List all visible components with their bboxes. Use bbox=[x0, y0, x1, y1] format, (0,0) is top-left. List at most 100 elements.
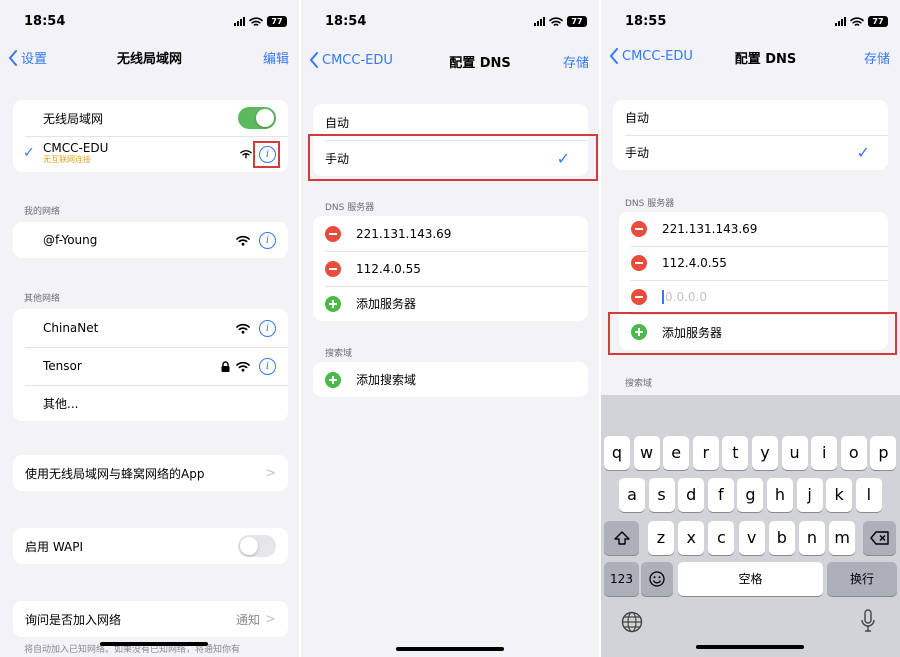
add-search-domain-label: 添加搜索域 bbox=[356, 373, 417, 387]
info-icon[interactable]: i bbox=[259, 358, 276, 375]
new-server-input[interactable]: 0.0.0.0 bbox=[665, 290, 707, 304]
network-row[interactable]: @f-Young i bbox=[13, 222, 288, 258]
network-row[interactable]: Tensor i bbox=[13, 347, 288, 385]
key-i[interactable]: i bbox=[811, 436, 838, 470]
plus-circle-icon[interactable] bbox=[325, 295, 341, 312]
key-s[interactable]: s bbox=[648, 478, 675, 512]
wifi-icon bbox=[236, 323, 250, 334]
nav-title: 配置 DNS bbox=[734, 52, 797, 67]
key-o[interactable]: o bbox=[840, 436, 867, 470]
key-p[interactable]: p bbox=[870, 436, 897, 470]
key-a[interactable]: a bbox=[619, 478, 645, 512]
key-y[interactable]: y bbox=[752, 436, 778, 470]
apps-group: 使用无线局域网与蜂窝网络的App > bbox=[13, 455, 288, 491]
key-d[interactable]: d bbox=[678, 478, 705, 512]
emoji-key[interactable] bbox=[641, 562, 673, 596]
dns-server-row[interactable]: 112.4.0.55 bbox=[313, 251, 588, 286]
minus-circle-icon[interactable] bbox=[631, 221, 647, 237]
cellular-signal-icon bbox=[534, 17, 545, 26]
numbers-key[interactable]: 123 bbox=[604, 562, 639, 596]
network-name: @f-Young bbox=[43, 233, 98, 247]
wlan-label: 无线局域网 bbox=[43, 111, 104, 126]
minus-circle-icon[interactable] bbox=[631, 255, 647, 271]
mode-auto-row[interactable]: 自动 bbox=[613, 100, 888, 135]
my-networks-group: @f-Young i bbox=[13, 222, 288, 258]
other-network-row[interactable]: 其他... bbox=[13, 385, 288, 421]
plus-circle-icon[interactable] bbox=[325, 371, 341, 388]
key-u[interactable]: u bbox=[781, 436, 808, 470]
current-network-status: 无互联网连接 bbox=[43, 155, 91, 164]
dns-config-keyboard-screen: 18:55 77 CMCC-EDU 配置 DNS 存储 自动 手动 ✓ DNS … bbox=[601, 0, 900, 657]
info-icon[interactable]: i bbox=[259, 232, 276, 249]
globe-icon[interactable] bbox=[621, 611, 643, 633]
ask-join-row[interactable]: 询问是否加入网络 通知 > bbox=[13, 601, 288, 637]
status-time: 18:55 bbox=[625, 14, 667, 29]
key-j[interactable]: j bbox=[796, 478, 823, 512]
dns-server-row[interactable]: 221.131.143.69 bbox=[313, 216, 588, 251]
return-key[interactable]: 换行 bbox=[827, 562, 897, 596]
key-h[interactable]: h bbox=[767, 478, 793, 512]
key-n[interactable]: n bbox=[799, 521, 825, 555]
key-k[interactable]: k bbox=[826, 478, 853, 512]
key-t[interactable]: t bbox=[722, 436, 749, 470]
nav-title: 无线局域网 bbox=[116, 52, 182, 67]
battery-icon: 77 bbox=[567, 16, 587, 27]
shift-key[interactable] bbox=[604, 521, 639, 555]
save-button[interactable]: 存储 bbox=[864, 48, 890, 67]
chevron-right-icon: > bbox=[265, 611, 276, 627]
key-w[interactable]: w bbox=[633, 436, 660, 470]
delete-key[interactable] bbox=[863, 521, 896, 555]
network-row[interactable]: ChinaNet i bbox=[13, 309, 288, 347]
key-x[interactable]: x bbox=[678, 521, 705, 555]
key-z[interactable]: z bbox=[648, 521, 674, 555]
checkmark-icon: ✓ bbox=[856, 143, 870, 162]
dns-server-row[interactable]: 221.131.143.69 bbox=[619, 212, 888, 246]
lock-icon bbox=[221, 361, 230, 372]
info-icon[interactable]: i bbox=[259, 320, 276, 337]
wifi-status-icon bbox=[249, 16, 263, 26]
dns-servers-label: DNS 服务器 bbox=[325, 203, 375, 213]
key-f[interactable]: f bbox=[707, 478, 734, 512]
add-server-row[interactable]: 添加服务器 bbox=[313, 286, 588, 321]
dns-server-row[interactable]: 112.4.0.55 bbox=[619, 246, 888, 280]
shift-icon bbox=[613, 531, 630, 545]
key-c[interactable]: c bbox=[708, 521, 735, 555]
ask-join-value: 通知 bbox=[235, 612, 260, 627]
key-m[interactable]: m bbox=[829, 521, 856, 555]
key-e[interactable]: e bbox=[663, 436, 690, 470]
key-r[interactable]: r bbox=[692, 436, 719, 470]
mode-manual-row[interactable]: 手动 ✓ bbox=[613, 135, 888, 170]
save-button[interactable]: 存储 bbox=[563, 52, 589, 71]
battery-icon: 77 bbox=[868, 16, 888, 27]
key-q[interactable]: q bbox=[604, 436, 630, 470]
wlan-toggle[interactable] bbox=[238, 107, 276, 129]
current-network-name: CMCC-EDU bbox=[43, 141, 109, 155]
wifi-icon bbox=[236, 235, 250, 246]
add-search-domain-row[interactable]: 添加搜索域 bbox=[313, 362, 588, 397]
edit-button[interactable]: 编辑 bbox=[263, 48, 289, 67]
delete-key-icon bbox=[869, 531, 889, 545]
wifi-icon bbox=[236, 361, 250, 372]
status-time: 18:54 bbox=[24, 14, 66, 29]
microphone-icon[interactable] bbox=[860, 609, 876, 633]
minus-circle-icon[interactable] bbox=[325, 225, 341, 242]
key-b[interactable]: b bbox=[768, 521, 795, 555]
home-indicator bbox=[696, 645, 804, 649]
key-g[interactable]: g bbox=[737, 478, 764, 512]
emoji-icon bbox=[649, 571, 665, 587]
key-v[interactable]: v bbox=[738, 521, 765, 555]
wapi-toggle[interactable] bbox=[238, 535, 276, 557]
current-network-row[interactable]: ✓ CMCC-EDU 无互联网连接 i bbox=[13, 136, 288, 172]
space-key[interactable]: 空格 bbox=[678, 562, 823, 596]
dns-server-value: 221.131.143.69 bbox=[356, 226, 452, 241]
mode-auto-label: 自动 bbox=[325, 115, 350, 130]
minus-circle-icon[interactable] bbox=[631, 289, 647, 305]
key-l[interactable]: l bbox=[855, 478, 882, 512]
wlan-toggle-row: 无线局域网 bbox=[13, 100, 288, 136]
apps-row[interactable]: 使用无线局域网与蜂窝网络的App > bbox=[13, 455, 288, 491]
mode-manual-label: 手动 bbox=[625, 146, 650, 160]
new-server-row[interactable]: 0.0.0.0 bbox=[619, 280, 888, 314]
highlight-box-manual bbox=[308, 134, 598, 181]
my-networks-label: 我的网络 bbox=[24, 207, 61, 217]
minus-circle-icon[interactable] bbox=[325, 260, 341, 277]
